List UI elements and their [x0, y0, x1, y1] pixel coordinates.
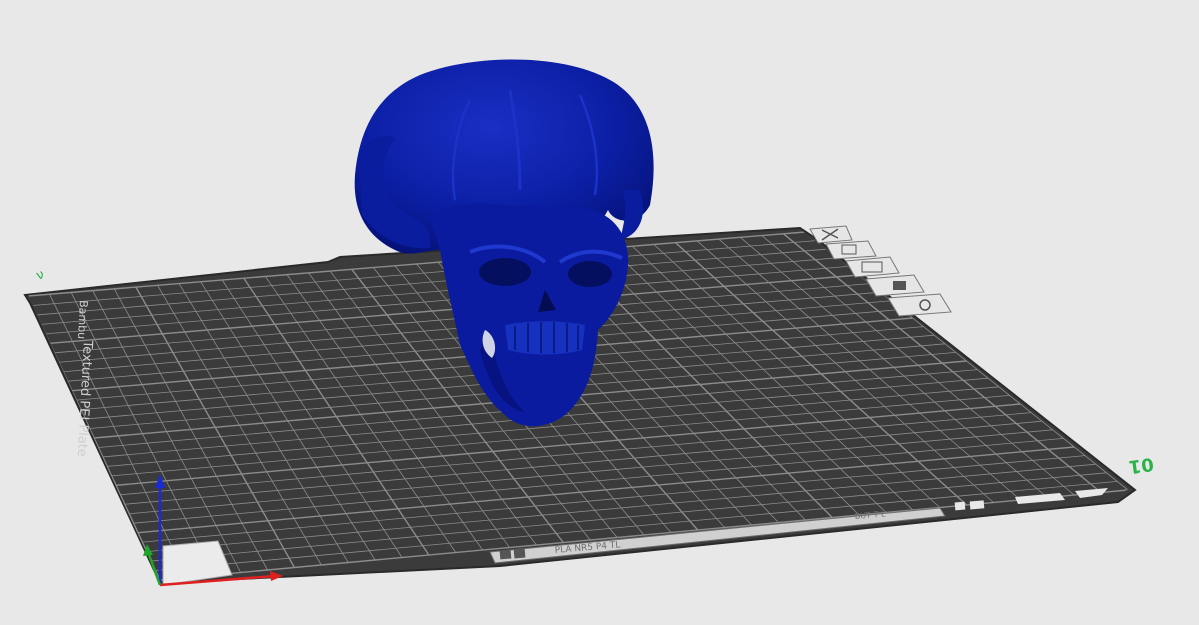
lock-icon[interactable]	[865, 274, 925, 297]
layout-icon[interactable]	[845, 256, 900, 278]
close-icon[interactable]	[809, 225, 853, 244]
3d-viewport[interactable]: Bambu Textured PEI Plate ν 01 PLA NR5 P4…	[0, 0, 1199, 625]
settings-icon[interactable]	[887, 293, 952, 317]
copy-icon[interactable]	[825, 240, 877, 260]
plate-brand-text: Bambu	[75, 300, 90, 340]
scene-canvas[interactable]: Bambu Textured PEI Plate ν 01 PLA NR5 P4…	[0, 0, 1199, 625]
plate-number-text: 01	[1127, 453, 1155, 477]
plate-corner-mark: ν	[34, 267, 46, 284]
